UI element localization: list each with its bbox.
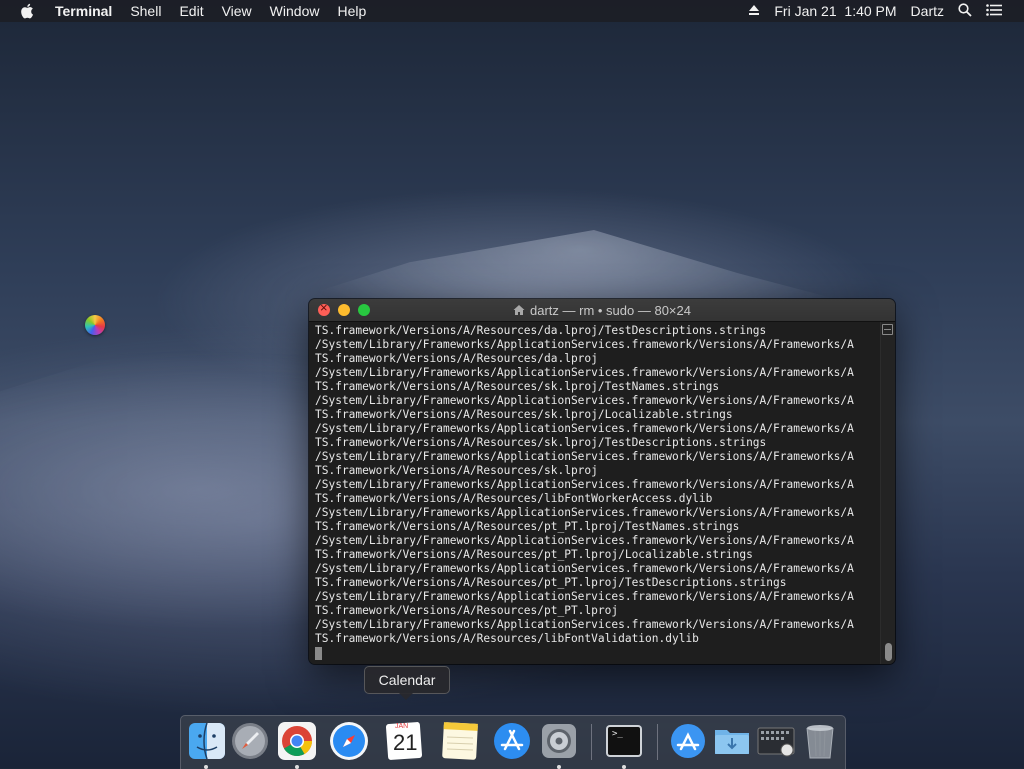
clock-datetime[interactable]: Fri Jan 21 1:40 PM [774,3,896,19]
terminal-line: TS.framework/Versions/A/Resources/sk.lpr… [315,408,733,421]
minimize-button[interactable] [338,304,350,316]
menu-app-terminal[interactable]: Terminal [46,3,121,19]
terminal-line: TS.framework/Versions/A/Resources/pt_PT.… [315,604,619,617]
calendar-day: 21 [393,730,418,755]
terminal-line: TS.framework/Versions/A/Resources/da.lpr… [315,324,767,337]
terminal-running-indicator [622,765,626,769]
terminal-line: TS.framework/Versions/A/Resources/sk.lpr… [315,436,767,449]
app-store-icon[interactable] [491,720,533,762]
terminal-line: /System/Library/Frameworks/ApplicationSe… [315,338,854,351]
system-preferences-running-indicator [557,765,561,769]
terminal-line: /System/Library/Frameworks/ApplicationSe… [315,478,854,491]
terminal-line: /System/Library/Frameworks/ApplicationSe… [315,422,854,435]
vertical-scrollbar[interactable] [880,322,895,664]
terminal-cursor [315,646,322,660]
terminal-line: TS.framework/Versions/A/Resources/libFon… [315,492,713,505]
color-wheel-icon [85,315,105,335]
terminal-output[interactable]: TS.framework/Versions/A/Resources/da.lpr… [309,322,881,664]
chrome-icon[interactable] [276,720,318,762]
menu-help[interactable]: Help [328,3,375,19]
apple-menu-icon[interactable] [18,2,36,20]
terminal-line: TS.framework/Versions/A/Resources/pt_PT.… [315,548,753,561]
terminal-line: /System/Library/Frameworks/ApplicationSe… [315,394,854,407]
menu-bar: Terminal Shell Edit View Window Help Fri… [0,0,1024,22]
terminal-line: TS.framework/Versions/A/Resources/libFon… [315,632,699,645]
close-button[interactable] [318,300,330,316]
applications-folder-icon[interactable] [667,720,709,762]
terminal-window[interactable]: dartz — rm • sudo — 80×24 TS.framework/V… [309,299,895,664]
dock-separator [591,724,592,760]
terminal-line: /System/Library/Frameworks/ApplicationSe… [315,618,854,631]
system-preferences-icon[interactable] [538,720,580,762]
split-pane-icon[interactable] [882,324,893,335]
dock-separator [657,724,658,760]
terminal-cursor-line [315,646,875,660]
terminal-line: /System/Library/Frameworks/ApplicationSe… [315,562,854,575]
terminal-prompt: >_ [612,729,623,739]
terminal-line: TS.framework/Versions/A/Resources/da.lpr… [315,352,598,365]
terminal-icon[interactable]: >_ [603,720,645,762]
trash-icon[interactable] [799,720,841,762]
terminal-line: /System/Library/Frameworks/ApplicationSe… [315,450,854,463]
calendar-month: JAN [395,723,409,730]
calendar-icon[interactable]: JAN 21 [383,720,425,762]
user-name[interactable]: Dartz [911,3,944,19]
menu-shell[interactable]: Shell [121,3,170,19]
terminal-line: TS.framework/Versions/A/Resources/sk.lpr… [315,380,720,393]
screenshot-stack-icon[interactable] [755,720,797,762]
chrome-running-indicator [295,765,299,769]
launchpad-icon[interactable] [229,720,271,762]
window-title: dartz — rm • sudo — 80×24 [530,302,691,318]
menu-window[interactable]: Window [261,3,329,19]
finder-running-indicator [204,765,208,769]
scrollbar-thumb[interactable] [885,643,892,661]
dock: JAN 21 >_ [180,715,846,769]
menu-edit[interactable]: Edit [170,3,212,19]
terminal-line: /System/Library/Frameworks/ApplicationSe… [315,366,854,379]
finder-icon[interactable] [186,720,228,762]
terminal-line: /System/Library/Frameworks/ApplicationSe… [315,534,854,547]
tooltip-label: Calendar [378,672,436,688]
downloads-folder-icon[interactable] [711,720,753,762]
terminal-line: TS.framework/Versions/A/Resources/pt_PT.… [315,576,787,589]
home-folder-icon [513,304,525,316]
eject-icon[interactable] [748,3,760,19]
terminal-line: TS.framework/Versions/A/Resources/pt_PT.… [315,520,740,533]
terminal-line: /System/Library/Frameworks/ApplicationSe… [315,590,854,603]
notes-icon[interactable] [439,720,481,762]
terminal-line: TS.framework/Versions/A/Resources/sk.lpr… [315,464,598,477]
menu-view[interactable]: View [213,3,261,19]
maximize-button[interactable] [358,304,370,316]
spotlight-search-icon[interactable] [958,2,972,20]
notification-center-icon[interactable] [986,3,1002,19]
safari-icon[interactable] [328,720,370,762]
window-titlebar[interactable]: dartz — rm • sudo — 80×24 [309,299,895,322]
dock-tooltip: Calendar [364,666,450,700]
terminal-line: /System/Library/Frameworks/ApplicationSe… [315,506,854,519]
